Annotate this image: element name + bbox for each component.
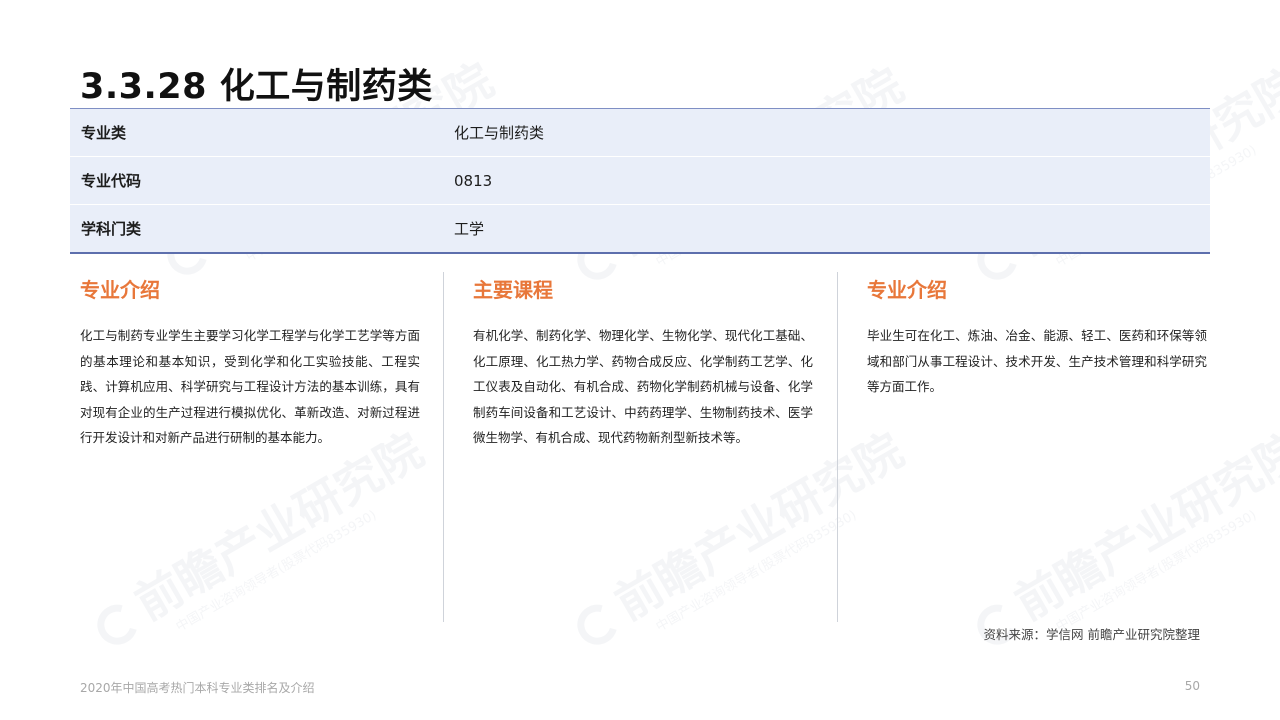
watermark-logo-icon (89, 596, 145, 652)
section-heading: 专业介绍 (867, 278, 947, 302)
watermark-logo-icon (569, 596, 625, 652)
section-careers: 专业介绍 毕业生可在化工、炼油、冶金、能源、轻工、医药和环保等领域和部门从事工程… (867, 275, 1207, 400)
page-number: 50 (1184, 679, 1200, 693)
section-body: 有机化学、制药化学、物理化学、生物化学、现代化工基础、化工原理、化工热力学、药物… (473, 328, 813, 445)
column-divider (837, 272, 838, 622)
info-value: 化工与制药类 (454, 124, 545, 142)
info-row-discipline: 学科门类 工学 (70, 205, 1210, 252)
info-value: 0813 (454, 171, 493, 190)
info-key: 专业代码 (81, 172, 142, 190)
section-introduction: 专业介绍 化工与制药专业学生主要学习化学工程学与化学工艺学等方面的基本理论和基本… (80, 275, 420, 451)
info-key: 学科门类 (81, 220, 142, 238)
info-table: 专业类 化工与制药类 专业代码 0813 学科门类 工学 (70, 108, 1210, 254)
info-key: 专业类 (81, 124, 127, 142)
footer-report-title: 2020年中国高考热门本科专业类排名及介绍 (80, 681, 315, 695)
page-title: 3.3.28 化工与制药类 (80, 67, 433, 107)
section-courses: 主要课程 有机化学、制药化学、物理化学、生物化学、现代化工基础、化工原理、化工热… (473, 275, 813, 451)
source-note: 资料来源：学信网 前瞻产业研究院整理 (983, 627, 1200, 642)
watermark: 前瞻产业研究院 中国产业咨询领导者(股票代码835930) (80, 415, 441, 670)
section-heading: 专业介绍 (80, 278, 160, 302)
info-row-category: 专业类 化工与制药类 (70, 109, 1210, 157)
info-value: 工学 (454, 220, 485, 238)
section-heading: 主要课程 (473, 278, 553, 302)
section-body: 化工与制药专业学生主要学习化学工程学与化学工艺学等方面的基本理论和基本知识，受到… (80, 328, 420, 445)
column-divider (443, 272, 444, 622)
info-row-code: 专业代码 0813 (70, 157, 1210, 205)
slide-page: 前瞻产业研究院 中国产业咨询领导者(股票代码835930) 前瞻产业研究院 中国… (0, 0, 1280, 720)
watermark: 前瞻产业研究院 中国产业咨询领导者(股票代码835930) (560, 415, 921, 670)
section-body: 毕业生可在化工、炼油、冶金、能源、轻工、医药和环保等领域和部门从事工程设计、技术… (867, 328, 1207, 394)
